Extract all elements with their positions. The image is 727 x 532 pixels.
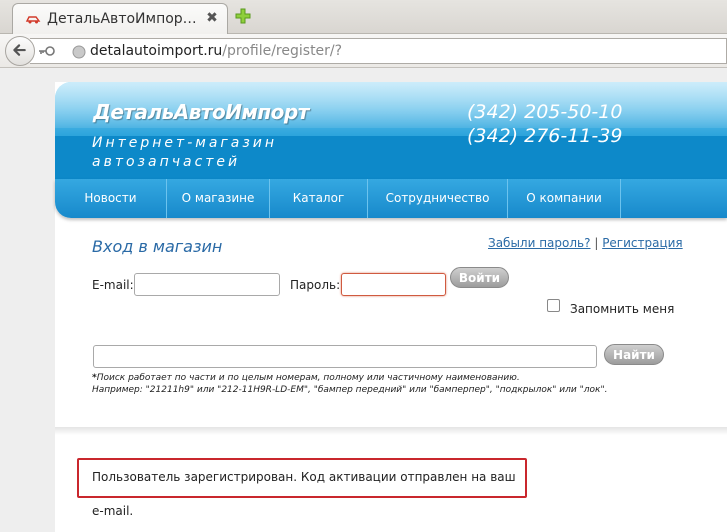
menu-item-news[interactable]: Новости xyxy=(55,179,167,218)
email-label: E-mail: xyxy=(92,278,134,292)
browser-tab[interactable]: ДетальАвтоИмпор… ✖ xyxy=(12,3,228,34)
phone-number-2: (342) 276-11-39 xyxy=(467,125,623,147)
remember-label: Запомнить меня xyxy=(570,302,675,316)
new-tab-icon[interactable] xyxy=(234,7,252,25)
search-hint-line1: *Поиск работает по части и по целым номе… xyxy=(92,372,607,384)
tab-title: ДетальАвтоИмпор… xyxy=(47,11,197,27)
search-input[interactable] xyxy=(93,345,597,368)
back-arrow-icon xyxy=(13,44,26,56)
search-button[interactable]: Найти xyxy=(604,344,664,365)
menu-item-catalog[interactable]: Каталог xyxy=(270,179,368,218)
car-icon xyxy=(25,16,41,24)
page-viewport: ДетальАвтоИмпорт Интернет-магазин автоза… xyxy=(0,69,727,532)
url-text[interactable]: detalautoimport.ru/profile/register/? xyxy=(90,43,342,59)
site-header: ДетальАвтоИмпорт Интернет-магазин автоза… xyxy=(55,82,727,179)
site-tagline: Интернет-магазин автозапчастей xyxy=(92,134,332,172)
url-path: /profile/register/? xyxy=(222,43,343,59)
forgot-password-link[interactable]: Забыли пароль? xyxy=(488,236,590,250)
menu-item-about-company[interactable]: О компании xyxy=(508,179,621,218)
browser-tab-bar: ДетальАвтоИмпор… ✖ xyxy=(0,0,727,34)
divider xyxy=(55,427,727,435)
close-icon[interactable]: ✖ xyxy=(204,10,220,26)
links-separator: | xyxy=(594,236,599,250)
back-button[interactable] xyxy=(5,36,35,66)
menu-item-partnership[interactable]: Сотрудничество xyxy=(368,179,508,218)
status-message: Пользователь зарегистрирован. Код актива… xyxy=(77,458,527,518)
url-bar[interactable]: detalautoimport.ru/profile/register/? xyxy=(30,38,727,64)
login-button[interactable]: Войти xyxy=(450,267,509,288)
browser-nav-bar: detalautoimport.ru/profile/register/? xyxy=(0,34,727,68)
email-field[interactable] xyxy=(134,273,280,296)
site-container: ДетальАвтоИмпорт Интернет-магазин автоза… xyxy=(55,82,727,532)
login-title: Вход в магазин xyxy=(92,237,223,256)
globe-icon xyxy=(72,45,86,59)
phone-number-1: (342) 205-50-10 xyxy=(467,101,623,123)
password-field[interactable] xyxy=(341,273,446,296)
main-menu: Новости О магазине Каталог Сотрудничеств… xyxy=(55,179,727,218)
url-host: detalautoimport.ru xyxy=(90,43,223,59)
search-hint: *Поиск работает по части и по целым номе… xyxy=(92,372,607,396)
key-icon[interactable] xyxy=(38,44,56,58)
tagline-line2: автозапчастей xyxy=(92,154,241,170)
register-link[interactable]: Регистрация xyxy=(602,236,682,250)
site-logo[interactable]: ДетальАвтоИмпорт xyxy=(93,100,309,124)
remember-checkbox[interactable] xyxy=(547,299,560,312)
account-links: Забыли пароль? | Регистрация xyxy=(488,236,683,250)
search-hint-line2: Например: "21211h9" или "212-11H9R-LD-EM… xyxy=(92,385,608,395)
password-label: Пароль: xyxy=(290,278,341,292)
search-hint-text1: Поиск работает по части и по целым номер… xyxy=(96,373,520,383)
tagline-line1: Интернет-магазин xyxy=(92,135,278,151)
menu-item-about-store[interactable]: О магазине xyxy=(167,179,270,218)
